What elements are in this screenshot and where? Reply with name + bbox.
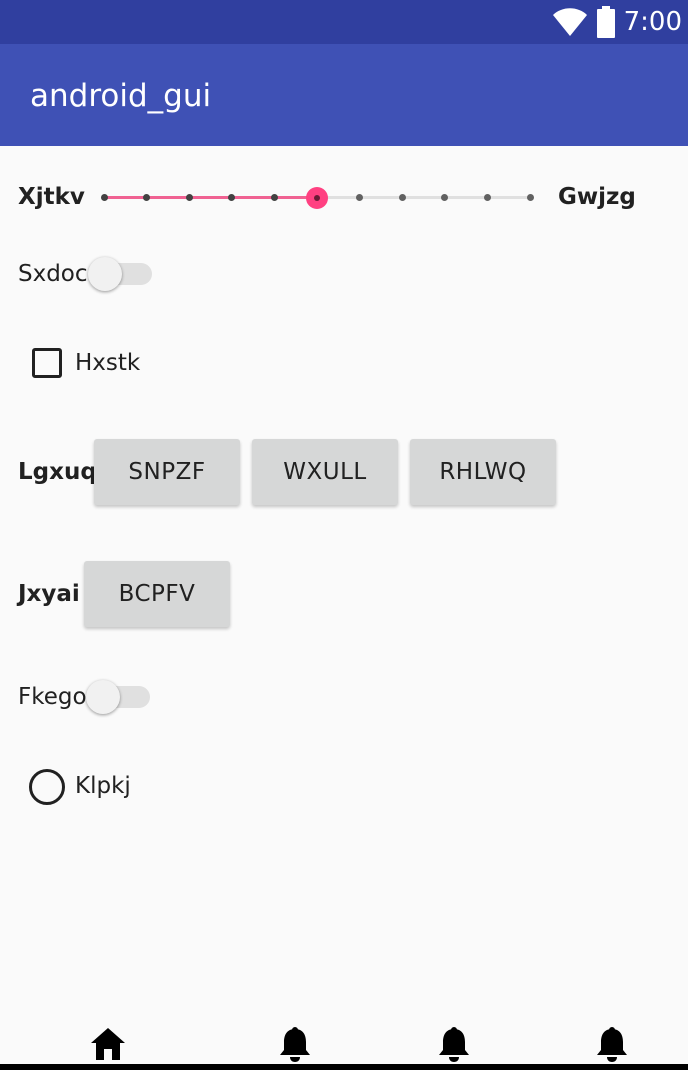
radio-klpkj[interactable] <box>29 769 65 805</box>
app-bar: android_gui <box>0 44 688 146</box>
snpzf-button[interactable]: SNPZF <box>94 439 240 505</box>
checkbox-hxstk[interactable] <box>32 348 62 378</box>
bell-icon[interactable] <box>594 1026 630 1062</box>
wxull-button[interactable]: WXULL <box>252 439 398 505</box>
switch-1-label: Sxdoc <box>18 261 88 287</box>
battery-icon <box>596 6 615 38</box>
wifi-icon <box>552 8 587 36</box>
switch-2-thumb[interactable] <box>86 680 120 714</box>
nav-divider <box>0 1064 688 1070</box>
seekbar-end-label: Gwjzg <box>558 184 636 210</box>
seekbar-tick <box>270 194 278 201</box>
checkbox-label: Hxstk <box>75 350 141 376</box>
seekbar-tick <box>185 194 193 201</box>
switch-2-label: Fkego <box>18 684 87 710</box>
seekbar-tick <box>483 194 491 201</box>
seekbar-tick <box>398 194 406 201</box>
seekbar-thumb[interactable] <box>306 187 328 209</box>
seekbar-tick <box>526 194 534 201</box>
seekbar-tick <box>143 194 151 201</box>
seekbar-tick <box>356 194 364 201</box>
status-time: 7:00 <box>623 7 682 37</box>
rhlwq-button[interactable]: RHLWQ <box>410 439 556 505</box>
switch-1-thumb[interactable] <box>88 257 122 291</box>
button-group-1-label: Lgxuq <box>18 459 97 485</box>
home-icon[interactable] <box>90 1026 126 1062</box>
bcpfv-button[interactable]: BCPFV <box>84 561 230 627</box>
button-group-2-label: Jxyai <box>18 581 80 607</box>
seekbar-tick <box>228 194 236 201</box>
seekbar-progress <box>104 196 317 199</box>
seekbar-start-label: Xjtkv <box>18 184 85 210</box>
seekbar-tick <box>441 194 449 201</box>
radio-label: Klpkj <box>75 773 131 799</box>
bell-icon[interactable] <box>277 1026 313 1062</box>
status-icons: 7:00 <box>552 0 682 44</box>
seekbar-tick <box>100 194 108 201</box>
app-title: android_gui <box>30 78 212 114</box>
status-bar: 7:00 <box>0 0 688 44</box>
bell-icon[interactable] <box>436 1026 472 1062</box>
